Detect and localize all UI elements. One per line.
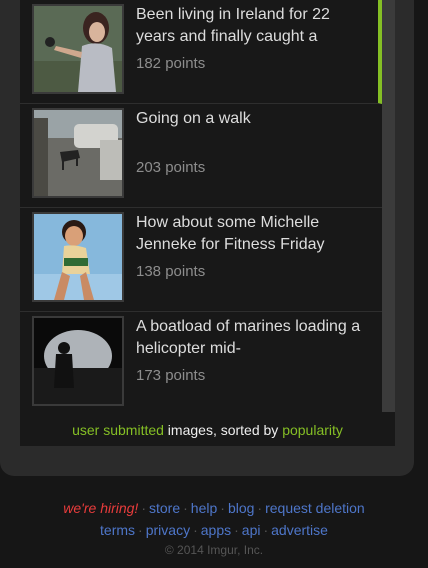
footer-row-1: we're hiring! · store · help · blog · request de… bbox=[0, 497, 428, 519]
gallery-item[interactable]: Going on a walk 203 points bbox=[20, 104, 382, 208]
hiring-link[interactable]: we're hiring! bbox=[63, 500, 138, 516]
item-title[interactable]: Been living in Ireland for 22 years and … bbox=[136, 4, 372, 48]
separator: · bbox=[263, 522, 269, 538]
gallery-panel: Been living in Ireland for 22 years and … bbox=[0, 0, 414, 476]
gallery-caption: user submitted images, sorted by popular… bbox=[20, 412, 395, 446]
separator: · bbox=[183, 500, 188, 516]
gallery-item[interactable]: How about some Michelle Jenneke for Fitn… bbox=[20, 208, 382, 312]
blog-link[interactable]: blog bbox=[228, 500, 254, 516]
item-title[interactable]: How about some Michelle Jenneke for Fitn… bbox=[136, 212, 372, 256]
separator: · bbox=[220, 500, 225, 516]
item-points: 138 points bbox=[136, 263, 206, 280]
item-title[interactable]: Going on a walk bbox=[136, 108, 372, 130]
item-points: 203 points bbox=[136, 159, 206, 176]
help-link[interactable]: help bbox=[191, 500, 217, 516]
store-link[interactable]: store bbox=[149, 500, 180, 516]
thumbnail-image[interactable] bbox=[32, 4, 124, 94]
caption-popularity: popularity bbox=[282, 422, 343, 438]
separator: · bbox=[234, 522, 239, 538]
gallery-list: Been living in Ireland for 22 years and … bbox=[20, 0, 382, 412]
thumbnail-image[interactable] bbox=[32, 108, 124, 198]
gallery-item[interactable]: Been living in Ireland for 22 years and … bbox=[20, 0, 382, 104]
item-points: 182 points bbox=[136, 55, 206, 72]
api-link[interactable]: api bbox=[242, 522, 261, 538]
scrollbar[interactable] bbox=[382, 0, 395, 412]
gallery-item[interactable]: A boatload of marines loading a helicopt… bbox=[20, 312, 382, 412]
terms-link[interactable]: terms bbox=[100, 522, 135, 538]
item-points: 173 points bbox=[136, 367, 206, 384]
footer-row-2: terms · privacy · apps · api · advertise bbox=[0, 519, 428, 541]
separator: · bbox=[138, 522, 143, 538]
copyright: © 2014 Imgur, Inc. bbox=[164, 543, 264, 557]
privacy-link[interactable]: privacy bbox=[146, 522, 190, 538]
item-title[interactable]: A boatload of marines loading a helicopt… bbox=[136, 316, 372, 360]
apps-link[interactable]: apps bbox=[201, 522, 231, 538]
advertise-link[interactable]: advertise bbox=[271, 522, 328, 538]
request-deletion-link[interactable]: request deletion bbox=[265, 500, 365, 516]
separator: · bbox=[141, 500, 146, 516]
separator: · bbox=[257, 500, 263, 516]
thumbnail-image[interactable] bbox=[32, 212, 124, 302]
thumbnail-image[interactable] bbox=[32, 316, 124, 406]
caption-user-submitted: user submitted bbox=[72, 422, 164, 438]
footer: we're hiring! · store · help · blog · request de… bbox=[0, 497, 428, 559]
separator: · bbox=[193, 522, 198, 538]
caption-middle: images, sorted by bbox=[163, 422, 283, 438]
